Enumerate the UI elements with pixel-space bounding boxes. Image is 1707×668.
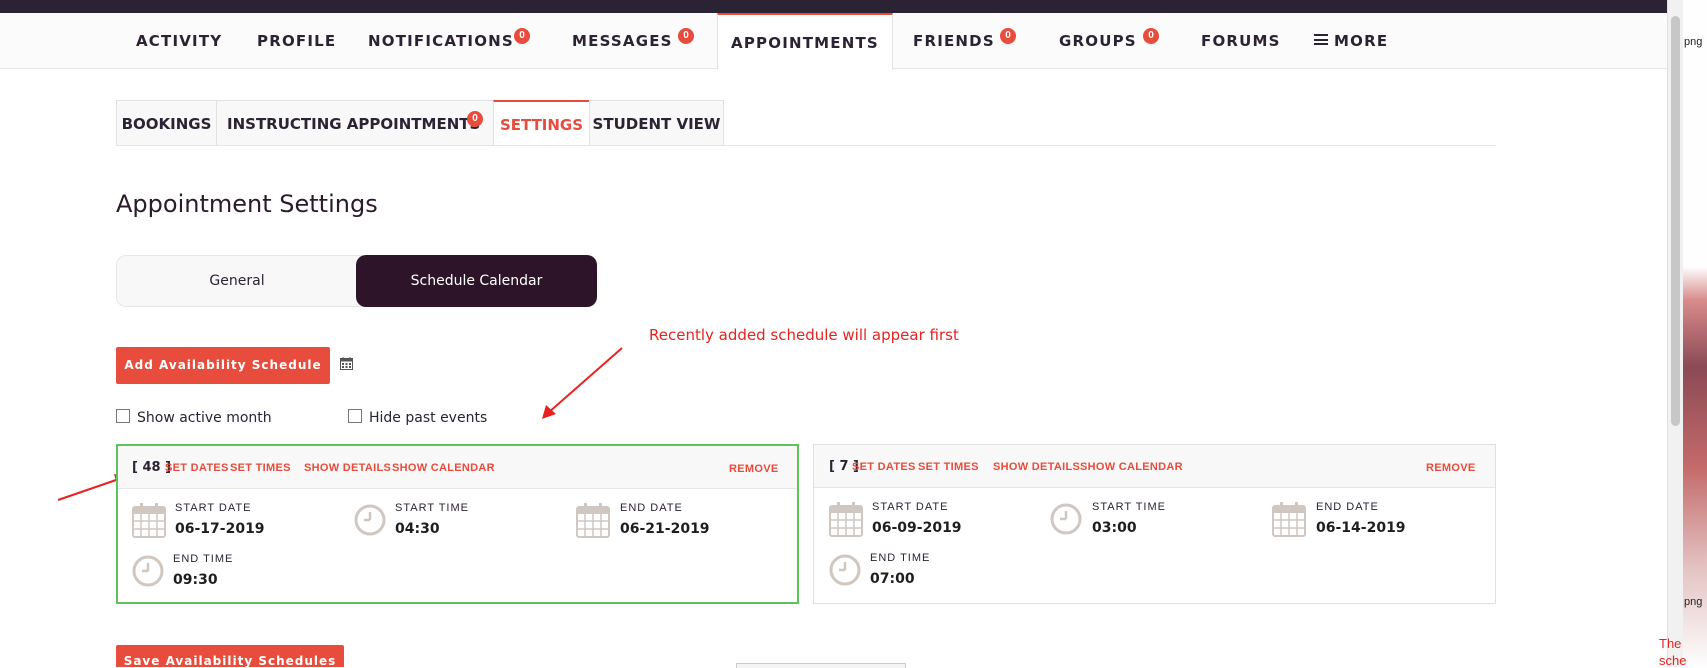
nav-more[interactable]: MORE [1314, 13, 1388, 69]
strip-red-text-2: sche [1659, 653, 1687, 668]
end-date-value: 06-14-2019 [1316, 520, 1406, 536]
checkbox-label: Show active month [137, 410, 272, 426]
start-time-label: START TIME [1092, 501, 1166, 513]
add-schedule-button[interactable]: Add Availability Schedule [116, 347, 330, 384]
strip-text-mid: png [1684, 596, 1703, 608]
groups-badge: 0 [1143, 28, 1159, 44]
nav-groups-label: GROUPS [1059, 32, 1137, 50]
tab-settings[interactable]: SETTINGS [493, 100, 590, 146]
end-date-value: 06-21-2019 [620, 521, 710, 537]
end-time-value: 09:30 [173, 572, 218, 588]
calendar-icon [1272, 502, 1306, 537]
notifications-badge: 0 [514, 28, 530, 44]
nav-notifications-label: NOTIFICATIONS [368, 32, 514, 50]
show-details-link[interactable]: SHOW DETAILS [304, 462, 391, 474]
clock-icon [132, 555, 164, 587]
calendar-icon[interactable] [340, 357, 353, 370]
friends-badge: 0 [1000, 28, 1016, 44]
toggle-general[interactable]: General [117, 255, 357, 307]
nav-messages[interactable]: MESSAGES [572, 13, 673, 69]
nav-friends[interactable]: FRIENDS [913, 13, 995, 69]
settings-toggle: General Schedule Calendar [116, 255, 597, 307]
end-date-label: END DATE [1316, 501, 1379, 513]
save-schedules-button[interactable]: Save Availability Schedules [116, 645, 344, 667]
end-time-label: END TIME [870, 552, 931, 564]
nav-forums[interactable]: FORUMS [1201, 13, 1281, 69]
tab-instructing-appointments[interactable]: INSTRUCTING APPOINTMENTS [216, 100, 494, 146]
nav-notifications[interactable]: NOTIFICATIONS [368, 13, 514, 69]
nav-activity[interactable]: ACTIVITY [136, 13, 222, 69]
schedule-card: [ 7 ] SET DATES SET TIMES SHOW DETAILS S… [813, 444, 1496, 604]
schedule-card: [ 48 ] SET DATES SET TIMES SHOW DETAILS … [116, 444, 799, 604]
set-dates-link[interactable]: SET DATES [852, 461, 916, 473]
schedule-card-header: [ 48 ] SET DATES SET TIMES SHOW DETAILS … [118, 446, 797, 489]
strip-red-text: The [1659, 636, 1682, 651]
nav-messages-label: MESSAGES [572, 32, 673, 50]
tab-student-view[interactable]: STUDENT VIEW [589, 100, 724, 146]
checkbox-box[interactable] [348, 409, 362, 423]
annotation-note: Recently added schedule will appear firs… [649, 326, 959, 344]
start-time-label: START TIME [395, 502, 469, 514]
remove-link[interactable]: REMOVE [1426, 462, 1475, 474]
set-times-link[interactable]: SET TIMES [230, 462, 291, 474]
start-date-value: 06-09-2019 [872, 520, 962, 536]
tab-bookings[interactable]: BOOKINGS [116, 100, 217, 146]
show-details-link[interactable]: SHOW DETAILS [993, 461, 1080, 473]
subnav-divider [116, 145, 1496, 146]
schedule-card-header: [ 7 ] SET DATES SET TIMES SHOW DETAILS S… [814, 445, 1495, 488]
page-title: Appointment Settings [116, 190, 378, 218]
end-time-label: END TIME [173, 553, 234, 565]
clock-icon [1050, 503, 1082, 535]
start-date-label: START DATE [175, 502, 252, 514]
checkbox-box[interactable] [116, 409, 130, 423]
end-date-label: END DATE [620, 502, 683, 514]
background-window-strip: png png The sche [1659, 0, 1707, 668]
end-time-value: 07:00 [870, 571, 915, 587]
calendar-icon [132, 503, 166, 538]
start-date-label: START DATE [872, 501, 949, 513]
set-times-link[interactable]: SET TIMES [918, 461, 979, 473]
nav-profile[interactable]: PROFILE [257, 13, 336, 69]
start-date-value: 06-17-2019 [175, 521, 265, 537]
tab-instructing-label: INSTRUCTING APPOINTMENTS [227, 115, 481, 133]
vertical-scrollbar[interactable] [1667, 0, 1684, 667]
show-calendar-link[interactable]: SHOW CALENDAR [392, 462, 495, 474]
calendar-icon [829, 502, 863, 537]
clock-icon [829, 554, 861, 586]
nav-groups[interactable]: GROUPS [1059, 13, 1137, 69]
instructing-badge: 0 [467, 111, 483, 127]
show-calendar-link[interactable]: SHOW CALENDAR [1080, 461, 1183, 473]
partial-button[interactable] [736, 663, 906, 668]
nav-more-label: MORE [1334, 32, 1389, 50]
toggle-schedule-calendar[interactable]: Schedule Calendar [356, 255, 597, 307]
top-dark-bar [0, 0, 1667, 13]
nav-friends-label: FRIENDS [913, 32, 995, 50]
strip-text-top: png [1684, 36, 1703, 48]
set-dates-link[interactable]: SET DATES [165, 462, 229, 474]
clock-icon [354, 504, 386, 536]
main-navigation: ACTIVITY PROFILE NOTIFICATIONS 0 MESSAGE… [0, 13, 1667, 70]
calendar-icon [576, 503, 610, 538]
messages-badge: 0 [678, 28, 694, 44]
remove-link[interactable]: REMOVE [729, 463, 778, 475]
start-time-value: 04:30 [395, 521, 440, 537]
scrollbar-thumb[interactable] [1671, 16, 1680, 426]
nav-appointments[interactable]: APPOINTMENTS [717, 13, 893, 70]
annotation-arrow-note [542, 347, 623, 419]
checkbox-label: Hide past events [369, 410, 488, 426]
start-time-value: 03:00 [1092, 520, 1137, 536]
hamburger-icon [1314, 34, 1328, 45]
